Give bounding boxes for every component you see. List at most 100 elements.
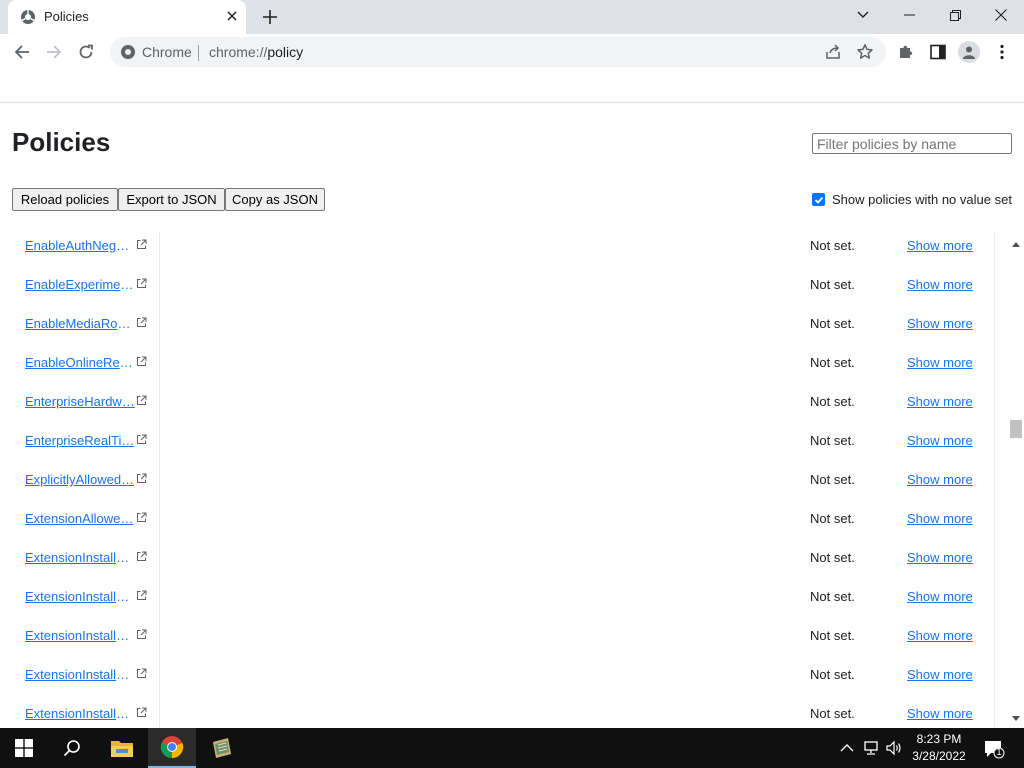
external-link-icon[interactable] xyxy=(136,239,147,250)
extensions-puzzle-icon[interactable] xyxy=(897,43,915,61)
policy-value: Not set. xyxy=(810,589,855,604)
scroll-up-arrow-icon[interactable] xyxy=(1012,242,1020,247)
page-title: Policies xyxy=(12,127,111,157)
url-path: policy xyxy=(267,44,304,60)
policy-row: EnterpriseRealTi… Not set. Show more xyxy=(0,427,994,466)
show-no-value-toggle[interactable]: Show policies with no value set xyxy=(812,192,1012,207)
scrollbar-thumb[interactable] xyxy=(1010,420,1022,438)
chrome-taskbar-icon[interactable] xyxy=(148,728,196,768)
minimize-icon[interactable] xyxy=(886,0,932,30)
share-icon[interactable] xyxy=(824,43,842,61)
scroll-down-arrow-icon[interactable] xyxy=(1012,716,1020,721)
back-icon[interactable] xyxy=(8,38,36,66)
policy-name-link[interactable]: EnableMediaRou… xyxy=(25,316,135,331)
policy-row: EnableOnlineRev… Not set. Show more xyxy=(0,349,994,388)
external-link-icon[interactable] xyxy=(136,551,147,562)
file-explorer-icon[interactable] xyxy=(98,728,146,768)
policy-row: EnableMediaRou… Not set. Show more xyxy=(0,310,994,349)
tab-close-icon[interactable] xyxy=(224,8,240,24)
bookmark-star-icon[interactable] xyxy=(856,43,874,61)
external-link-icon[interactable] xyxy=(136,434,147,445)
app-taskbar-icon[interactable] xyxy=(198,728,246,768)
scrollbar[interactable] xyxy=(1008,238,1024,728)
show-no-value-checkbox[interactable] xyxy=(812,193,825,206)
policy-name-link[interactable]: ExplicitlyAllowed… xyxy=(25,472,134,487)
export-json-button[interactable]: Export to JSON xyxy=(118,188,225,211)
policy-value: Not set. xyxy=(810,277,855,292)
policy-name-link[interactable]: ExtensionAllowe… xyxy=(25,511,133,526)
show-no-value-label: Show policies with no value set xyxy=(832,192,1012,207)
external-link-icon[interactable] xyxy=(136,512,147,523)
forward-icon[interactable] xyxy=(40,38,68,66)
policy-value: Not set. xyxy=(810,394,855,409)
show-more-link[interactable]: Show more xyxy=(907,238,973,253)
show-more-link[interactable]: Show more xyxy=(907,550,973,565)
external-link-icon[interactable] xyxy=(136,707,147,718)
show-more-link[interactable]: Show more xyxy=(907,628,973,643)
external-link-icon[interactable] xyxy=(136,356,147,367)
tab-strip: Policies xyxy=(0,0,1024,34)
policy-name-link[interactable]: ExtensionInstallB… xyxy=(25,628,135,643)
show-more-link[interactable]: Show more xyxy=(907,706,973,721)
policy-name-link[interactable]: ExtensionInstallA… xyxy=(25,550,135,565)
profile-avatar-icon[interactable] xyxy=(958,41,980,63)
site-label: Chrome xyxy=(142,44,192,60)
policy-name-link[interactable]: EnableExperimen… xyxy=(25,277,135,292)
taskbar-clock[interactable]: 8:23 PM 3/28/2022 xyxy=(906,731,972,765)
chrome-settings-icon xyxy=(21,10,35,24)
browser-toolbar: Chrome chrome://policy xyxy=(0,34,1024,71)
policy-name-link[interactable]: EnableOnlineRev… xyxy=(25,355,135,370)
chrome-logo-icon xyxy=(121,45,135,59)
policy-name-link[interactable]: ExtensionInstallB… xyxy=(25,589,135,604)
external-link-icon[interactable] xyxy=(136,317,147,328)
network-icon[interactable] xyxy=(862,739,880,757)
notifications-icon[interactable]: 1 xyxy=(983,739,1005,759)
external-link-icon[interactable] xyxy=(136,395,147,406)
policy-name-link[interactable]: ExtensionInstallF… xyxy=(25,667,135,682)
show-more-link[interactable]: Show more xyxy=(907,316,973,331)
show-more-link[interactable]: Show more xyxy=(907,589,973,604)
show-more-link[interactable]: Show more xyxy=(907,355,973,370)
policy-row: ExtensionInstallA… Not set. Show more xyxy=(0,544,994,583)
external-link-icon[interactable] xyxy=(136,668,147,679)
url-text: chrome://policy xyxy=(209,44,303,60)
external-link-icon[interactable] xyxy=(136,629,147,640)
filter-policies-input[interactable] xyxy=(812,133,1012,154)
show-more-link[interactable]: Show more xyxy=(907,667,973,682)
policy-row: ExtensionInstallS… Not set. Show more xyxy=(0,700,994,728)
show-more-link[interactable]: Show more xyxy=(907,433,973,448)
show-more-link[interactable]: Show more xyxy=(907,394,973,409)
show-hidden-icons-icon[interactable] xyxy=(838,739,856,757)
notification-count: 1 xyxy=(996,747,1002,757)
external-link-icon[interactable] xyxy=(136,590,147,601)
show-more-link[interactable]: Show more xyxy=(907,472,973,487)
policy-name-link[interactable]: EnableAuthNegot… xyxy=(25,238,135,253)
reload-icon[interactable] xyxy=(72,38,100,66)
policy-row: EnableExperimen… Not set. Show more xyxy=(0,271,994,310)
policy-value: Not set. xyxy=(810,355,855,370)
policy-name-link[interactable]: EnterpriseRealTi… xyxy=(25,433,134,448)
toolbar-divider xyxy=(0,102,1024,103)
search-icon[interactable] xyxy=(48,728,96,768)
address-bar[interactable]: Chrome chrome://policy xyxy=(110,37,886,67)
new-tab-icon[interactable] xyxy=(258,5,282,29)
restore-icon[interactable] xyxy=(932,0,978,30)
more-menu-icon[interactable] xyxy=(993,43,1011,61)
side-panel-icon[interactable] xyxy=(929,43,947,61)
policy-value: Not set. xyxy=(810,472,855,487)
volume-icon[interactable] xyxy=(885,739,903,757)
external-link-icon[interactable] xyxy=(136,278,147,289)
show-more-link[interactable]: Show more xyxy=(907,511,973,526)
windows-start-icon[interactable] xyxy=(0,728,48,768)
tab-policies[interactable]: Policies xyxy=(8,0,246,34)
copy-json-button[interactable]: Copy as JSON xyxy=(225,188,325,211)
policy-name-link[interactable]: ExtensionInstallS… xyxy=(25,706,135,721)
policy-row: ExtensionInstallB… Not set. Show more xyxy=(0,583,994,622)
reload-policies-button[interactable]: Reload policies xyxy=(12,188,118,211)
policy-value: Not set. xyxy=(810,238,855,253)
close-window-icon[interactable] xyxy=(978,0,1024,30)
show-more-link[interactable]: Show more xyxy=(907,277,973,292)
tab-search-icon[interactable] xyxy=(840,0,886,30)
policy-name-link[interactable]: EnterpriseHardw… xyxy=(25,394,135,409)
external-link-icon[interactable] xyxy=(136,473,147,484)
